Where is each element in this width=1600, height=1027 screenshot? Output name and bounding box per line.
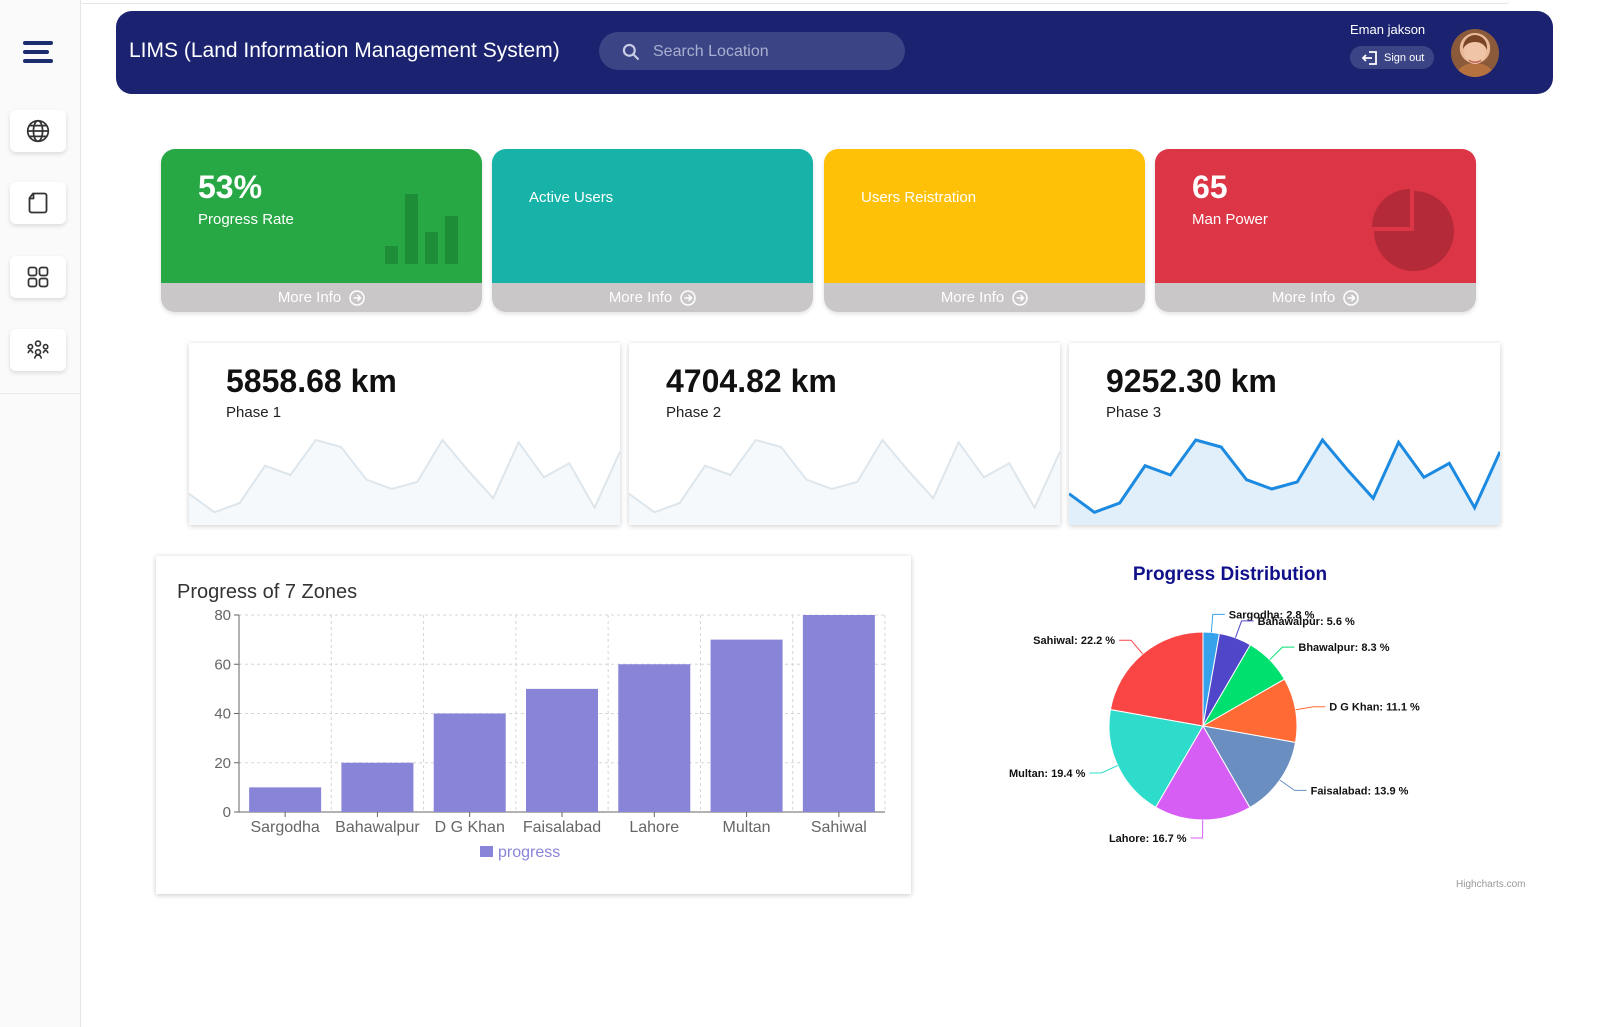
bar — [341, 762, 414, 812]
y-tick-label: 20 — [214, 755, 231, 772]
phase-distance: 9252.30 km — [1106, 363, 1277, 399]
phase-label: Phase 1 — [226, 404, 282, 421]
search-icon — [622, 43, 640, 61]
stat-label: Man Power — [1192, 211, 1268, 228]
more-info-link[interactable]: More Info — [1155, 283, 1476, 312]
phase-distance: 4704.82 km — [666, 363, 837, 399]
folder-icon[interactable] — [10, 182, 66, 224]
signout-button[interactable]: Sign out — [1350, 46, 1434, 69]
chart-credit[interactable]: Highcharts.com — [1456, 879, 1525, 890]
stat-label: Users Reistration — [861, 189, 977, 206]
more-info-label: More Info — [940, 289, 1005, 306]
stat-label: Progress Rate — [198, 211, 294, 228]
sparkline-chart — [189, 438, 620, 525]
stat-card-man-power: 65 Man Power More Info — [1155, 149, 1476, 312]
bar — [618, 664, 691, 812]
stat-value: 65 — [1192, 169, 1228, 205]
pie-connector — [1190, 819, 1204, 839]
pie-chart: Sargodha: 2.8 %Bahawalpur: 5.6 %Bhawalpu… — [1009, 609, 1420, 845]
top-border — [80, 0, 1510, 4]
phase-distance: 5858.68 km — [226, 363, 397, 399]
pie-chart-icon — [1372, 189, 1454, 271]
x-tick-label: D G Khan — [435, 819, 505, 836]
x-tick-label: Faisalabad — [523, 819, 601, 836]
more-info-label: More Info — [1271, 289, 1336, 306]
phase-3-card: 9252.30 km Phase 3 — [1069, 343, 1500, 525]
phase-2-card: 4704.82 km Phase 2 — [629, 343, 1060, 525]
x-tick-label: Multan — [723, 819, 771, 836]
bar — [710, 639, 783, 812]
pie-label: Sahiwal: 22.2 % — [1033, 635, 1115, 647]
avatar[interactable] — [1451, 29, 1499, 77]
bar — [249, 787, 322, 812]
pie-connector — [1295, 706, 1326, 711]
bar — [526, 688, 598, 812]
more-info-link[interactable]: More Info — [161, 283, 482, 312]
pie-slice — [1109, 631, 1204, 727]
sparkline-chart — [629, 438, 1060, 525]
globe-icon[interactable] — [10, 110, 66, 152]
more-info-link[interactable]: More Info — [492, 283, 813, 312]
phase-label: Phase 2 — [666, 404, 722, 421]
x-tick-label: Bahawalpur — [335, 819, 420, 836]
stat-label: Active Users — [529, 189, 614, 206]
legend-swatch — [480, 846, 493, 857]
zones-bar-chart-card: 0 20 40 60 80 Sargodha Bahawalpur D G Khan Faisa… — [156, 556, 911, 894]
sidebar-divider — [0, 393, 80, 394]
more-info-link[interactable]: More Info — [824, 283, 1145, 312]
pie-connector — [1089, 765, 1118, 774]
sidebar — [0, 0, 81, 1027]
arrow-circle-icon — [349, 289, 365, 306]
pie-label: Bahawalpur: 5.6 % — [1258, 616, 1355, 628]
stat-card-progress-rate: 53% Progress Rate More Info — [161, 149, 482, 312]
arrow-circle-icon — [1012, 289, 1028, 306]
pie-connector — [1119, 639, 1143, 655]
more-info-label: More Info — [608, 289, 673, 306]
pie-label: Lahore: 16.7 % — [1109, 833, 1187, 845]
y-tick-label: 60 — [214, 656, 231, 673]
bar — [802, 615, 875, 812]
pie-label: Multan: 19.4 % — [1009, 768, 1086, 780]
bar-chart: 0 20 40 60 80 Sargodha Bahawalpur D G Khan Faisa… — [214, 607, 886, 861]
arrow-circle-icon — [1343, 289, 1359, 306]
x-tick-label: Sahiwal — [811, 819, 867, 836]
stat-card-active-users: Active Users More Info — [492, 149, 813, 312]
pie-label: Bhawalpur: 8.3 % — [1298, 642, 1389, 654]
signout-label: Sign out — [1384, 51, 1425, 64]
phase-label: Phase 3 — [1106, 404, 1162, 421]
bar-chart-icon — [385, 194, 458, 264]
user-name: Eman jakson — [1350, 22, 1426, 37]
more-info-label: More Info — [277, 289, 342, 306]
stat-value: 53% — [198, 169, 263, 205]
stat-card-users-registration: Users Reistration More Info — [824, 149, 1145, 312]
x-tick-label: Sargodha — [250, 819, 319, 836]
bar-chart-title: Progress of 7 Zones — [177, 581, 358, 603]
pie-connector — [1234, 620, 1254, 638]
search-bar[interactable] — [599, 32, 905, 70]
legend-label: progress — [498, 844, 560, 861]
phase-1-card: 5858.68 km Phase 1 — [189, 343, 620, 525]
pie-connector — [1279, 779, 1307, 791]
y-tick-label: 40 — [214, 706, 231, 723]
pie-connector — [1269, 646, 1295, 661]
group-icon[interactable] — [10, 329, 66, 371]
bar — [433, 713, 506, 812]
top-header: LIMS (Land Information Management System… — [116, 11, 1553, 94]
y-tick-label: 0 — [223, 804, 231, 821]
sparkline-chart — [1069, 437, 1500, 525]
arrow-circle-icon — [680, 289, 696, 306]
pie-label: D G Khan: 11.1 % — [1329, 702, 1420, 714]
progress-distribution-chart: Sargodha: 2.8 % Bahawalpur: 5.6 % Bhawalpu… — [1000, 556, 1560, 896]
grid-icon[interactable] — [10, 256, 66, 298]
y-tick-label: 80 — [214, 607, 231, 624]
search-input[interactable] — [651, 39, 895, 65]
x-tick-label: Lahore — [629, 819, 679, 836]
pie-label: Faisalabad: 13.9 % — [1311, 785, 1409, 797]
menu-icon[interactable] — [23, 41, 53, 65]
pie-connector — [1210, 613, 1225, 633]
app-title: LIMS (Land Information Management System… — [129, 39, 560, 62]
signout-icon — [1362, 50, 1377, 65]
pie-chart-title: Progress Distribution — [1132, 564, 1328, 585]
